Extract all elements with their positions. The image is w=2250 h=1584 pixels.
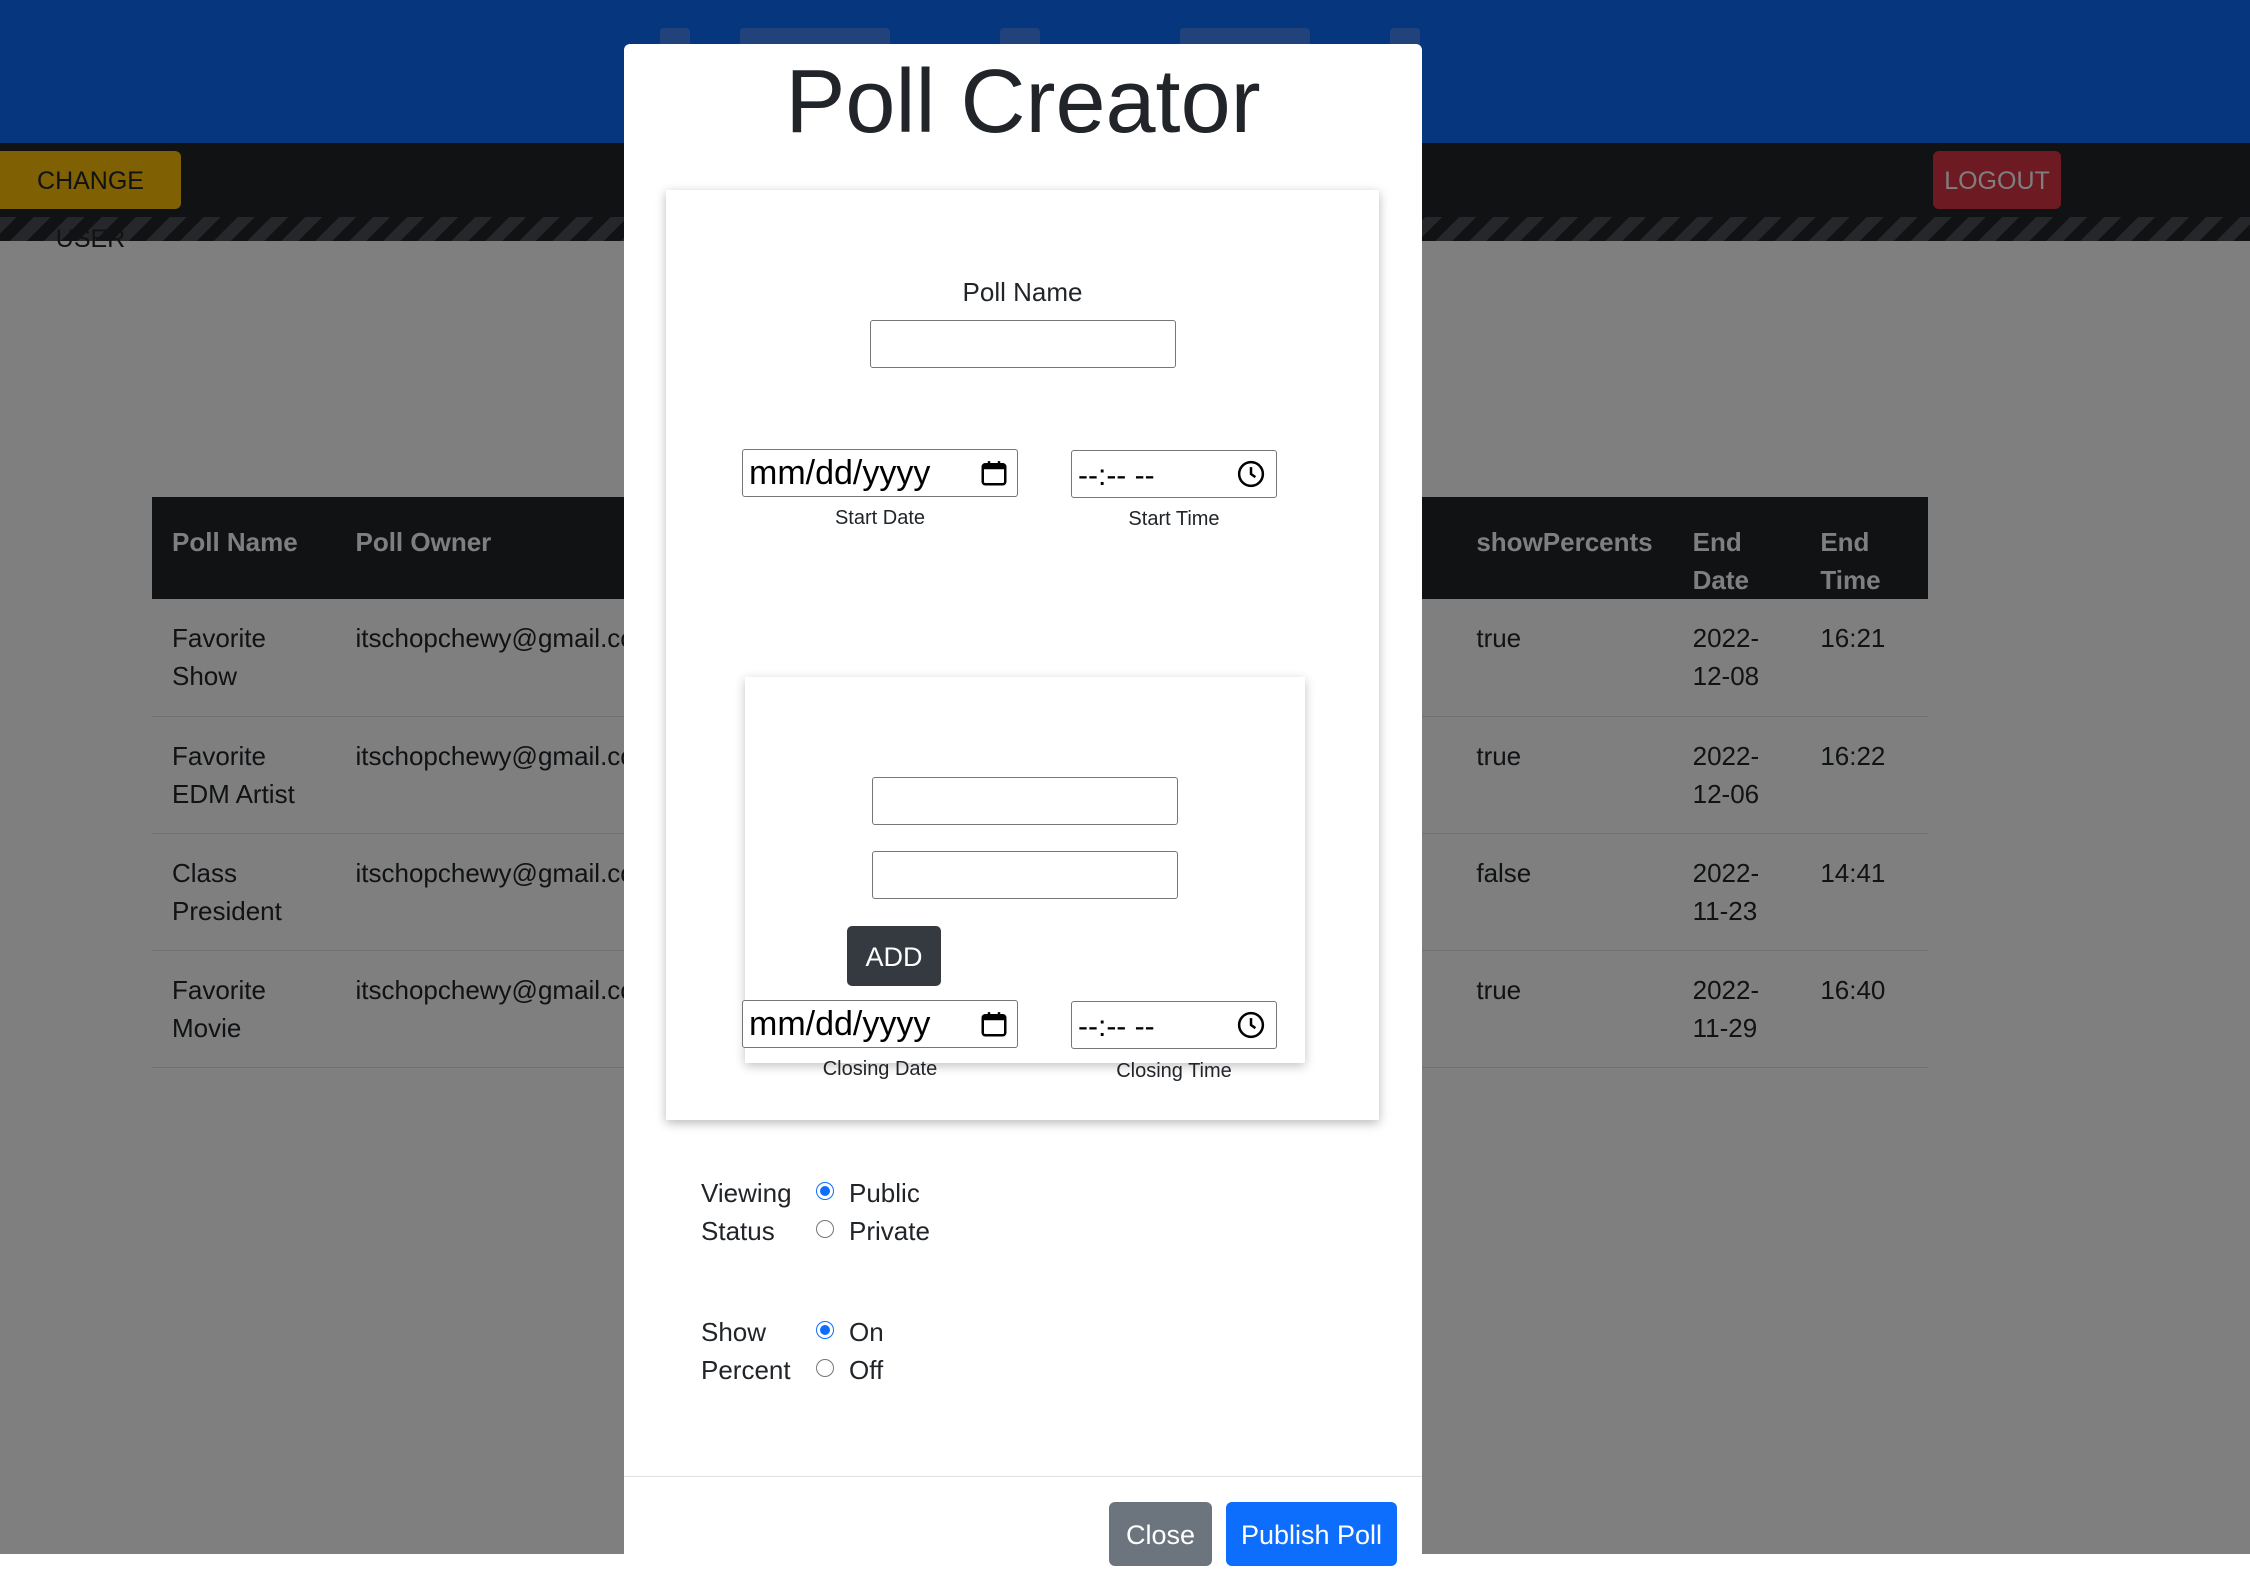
poll-form-card: Poll Name mm/dd/yyyy Start Date --:-- --… <box>666 190 1379 1120</box>
show-percent-label: Show Percent <box>701 1313 791 1389</box>
radio-private[interactable] <box>816 1220 834 1238</box>
clock-icon[interactable] <box>1236 459 1266 489</box>
clock-icon[interactable] <box>1236 1010 1266 1040</box>
publish-poll-button[interactable]: Publish Poll <box>1226 1502 1397 1566</box>
start-date-value: mm/dd/yyyy <box>749 454 931 492</box>
radio-public[interactable] <box>816 1182 834 1200</box>
radio-public-label[interactable]: Public <box>849 1174 920 1212</box>
closing-time-label: Closing Time <box>1116 1060 1232 1082</box>
start-time-value: --:-- -- <box>1078 459 1155 492</box>
modal-title: Poll Creator <box>785 52 1261 152</box>
start-time-label: Start Time <box>1128 508 1220 530</box>
closing-time-value: --:-- -- <box>1078 1010 1155 1043</box>
poll-option-input-1[interactable] <box>872 777 1178 825</box>
closing-date-value: mm/dd/yyyy <box>749 1005 931 1043</box>
radio-off[interactable] <box>816 1359 834 1377</box>
calendar-icon[interactable] <box>979 458 1009 488</box>
closing-date-input[interactable]: mm/dd/yyyy <box>742 1000 1018 1048</box>
poll-name-input[interactable] <box>870 320 1176 368</box>
calendar-icon[interactable] <box>979 1009 1009 1039</box>
start-time-input[interactable]: --:-- -- <box>1071 450 1277 498</box>
poll-option-input-2[interactable] <box>872 851 1178 899</box>
poll-name-label: Poll Name <box>962 277 1083 307</box>
radio-private-label[interactable]: Private <box>849 1212 930 1250</box>
poll-creator-modal: Poll Creator Poll Name mm/dd/yyyy Start … <box>624 44 1422 1584</box>
closing-time-input[interactable]: --:-- -- <box>1071 1001 1277 1049</box>
viewing-status-label: Viewing Status <box>701 1174 792 1250</box>
start-date-label: Start Date <box>834 507 926 529</box>
radio-on[interactable] <box>816 1321 834 1339</box>
viewing-status-label-line2: Status <box>701 1216 775 1246</box>
show-percent-label-line2: Percent <box>701 1355 791 1385</box>
radio-off-label[interactable]: Off <box>849 1351 883 1389</box>
show-percent-label-line1: Show <box>701 1317 767 1347</box>
viewing-status-label-line1: Viewing <box>701 1178 792 1208</box>
radio-on-label[interactable]: On <box>849 1313 884 1351</box>
closing-date-label: Closing Date <box>822 1058 938 1080</box>
start-date-input[interactable]: mm/dd/yyyy <box>742 449 1018 497</box>
add-option-button[interactable]: ADD <box>847 926 941 986</box>
modal-footer-divider <box>624 1476 1422 1477</box>
close-button[interactable]: Close <box>1109 1502 1212 1566</box>
